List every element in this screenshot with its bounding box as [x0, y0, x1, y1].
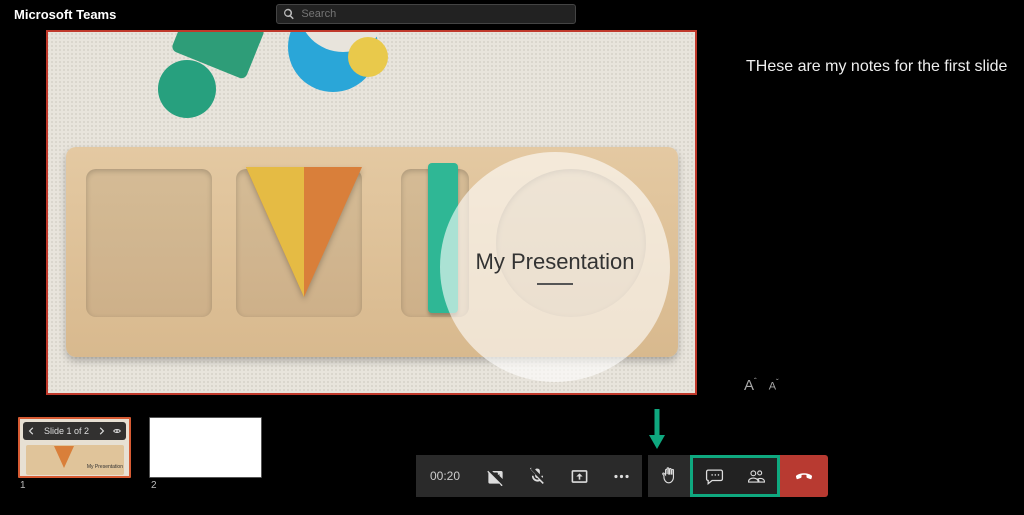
- thumb-mini-title: My Presentation: [87, 464, 123, 470]
- slide-artwork: My Presentation: [48, 32, 695, 393]
- presented-slide: My Presentation: [46, 30, 697, 395]
- chevron-right-icon[interactable]: [97, 427, 105, 435]
- call-timer: 00:20: [416, 455, 474, 497]
- hangup-button[interactable]: [780, 455, 828, 497]
- slide-nav-overlay: Slide 1 of 2: [23, 422, 126, 440]
- slide-thumbnail-1[interactable]: My Presentation Slide 1 of 2 1: [18, 417, 131, 491]
- main-area: My Presentation THese are my notes for t…: [0, 28, 1024, 420]
- raise-hand-icon: [660, 467, 679, 486]
- camera-off-icon: [486, 467, 505, 486]
- slide-thumbnail-2[interactable]: Stop presenting 2: [149, 417, 262, 491]
- thumb-number: 2: [151, 480, 262, 491]
- raise-hand-button[interactable]: [648, 455, 690, 497]
- people-icon: [747, 467, 766, 486]
- slide-counter: Slide 1 of 2: [44, 426, 89, 436]
- share-screen-icon: [570, 467, 589, 486]
- green-circle-shape: [158, 60, 216, 118]
- slide-thumbnail-strip: My Presentation Slide 1 of 2 1 Stop pres…: [18, 417, 262, 491]
- app-name: Microsoft Teams: [14, 7, 116, 22]
- chat-icon: [705, 467, 724, 486]
- annotation-arrow: [645, 407, 669, 451]
- call-control-bar: 00:20: [416, 455, 828, 497]
- search-input[interactable]: [301, 8, 569, 20]
- hangup-icon: [793, 465, 815, 487]
- title-circle: My Presentation: [440, 152, 670, 382]
- mic-off-icon: [528, 467, 547, 486]
- font-increase-button[interactable]: Aˆ: [744, 377, 757, 394]
- notes-fontsize-controls: Aˆ Aˇ: [744, 377, 779, 394]
- square-slot: [86, 169, 212, 317]
- font-decrease-button[interactable]: Aˇ: [769, 378, 779, 393]
- search-icon: [283, 8, 295, 20]
- thumb-art-triangle: [54, 446, 74, 468]
- search-box[interactable]: [276, 4, 576, 24]
- thumb-number: 1: [20, 480, 131, 491]
- chevron-left-icon[interactable]: [28, 427, 36, 435]
- presenter-notes-panel: THese are my notes for the first slide A…: [730, 34, 1018, 420]
- participants-button[interactable]: [735, 458, 777, 494]
- camera-toggle-button[interactable]: [474, 455, 516, 497]
- ellipsis-icon: [612, 467, 631, 486]
- chat-button[interactable]: [693, 458, 735, 494]
- presenter-notes-text: THese are my notes for the first slide: [730, 34, 1018, 76]
- mic-toggle-button[interactable]: [516, 455, 558, 497]
- eye-icon[interactable]: [113, 427, 121, 435]
- more-options-button[interactable]: [600, 455, 642, 497]
- yellow-triangle-piece: [246, 167, 304, 297]
- yellow-circle-shape: [348, 37, 388, 77]
- thumb-art: [26, 445, 124, 475]
- highlighted-controls: [690, 455, 780, 497]
- slide-title: My Presentation: [476, 249, 635, 275]
- share-button[interactable]: [558, 455, 600, 497]
- top-bar: Microsoft Teams: [0, 0, 1024, 28]
- arrow-down-icon: [645, 407, 669, 451]
- title-underline: [537, 283, 573, 285]
